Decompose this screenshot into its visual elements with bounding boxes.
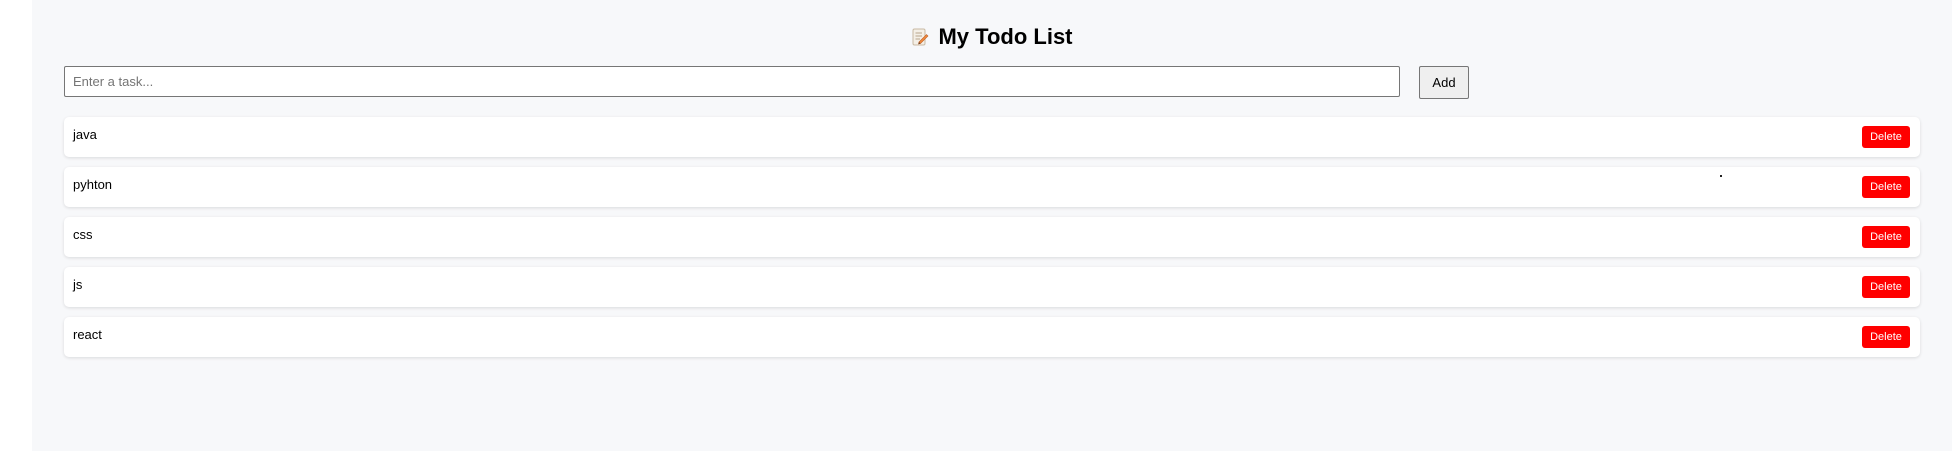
todo-text: react <box>73 327 102 342</box>
delete-button[interactable]: Delete <box>1862 276 1910 298</box>
delete-button[interactable]: Delete <box>1862 126 1910 148</box>
delete-button[interactable]: Delete <box>1862 226 1910 248</box>
todo-text: pyhton <box>73 177 113 192</box>
memo-icon <box>911 25 929 46</box>
todo-item: css Delete <box>64 217 1920 257</box>
todo-list: java Delete pyhton Delete css Delete js … <box>64 117 1920 367</box>
page-title: My Todo List <box>32 22 1952 52</box>
todo-app: My Todo List Add java Delete pyhton Dele… <box>32 0 1952 451</box>
stray-dot <box>1720 175 1722 177</box>
todo-item: js Delete <box>64 267 1920 307</box>
delete-button[interactable]: Delete <box>1862 176 1910 198</box>
todo-item: react Delete <box>64 317 1920 357</box>
todo-item: pyhton Delete <box>64 167 1920 207</box>
add-button[interactable]: Add <box>1419 66 1469 99</box>
todo-item: java Delete <box>64 117 1920 157</box>
task-input[interactable] <box>64 66 1400 97</box>
page-title-text: My Todo List <box>938 24 1073 49</box>
todo-text: css <box>73 227 93 242</box>
todo-text: java <box>73 127 97 142</box>
delete-button[interactable]: Delete <box>1862 326 1910 348</box>
todo-text: js <box>73 277 83 292</box>
